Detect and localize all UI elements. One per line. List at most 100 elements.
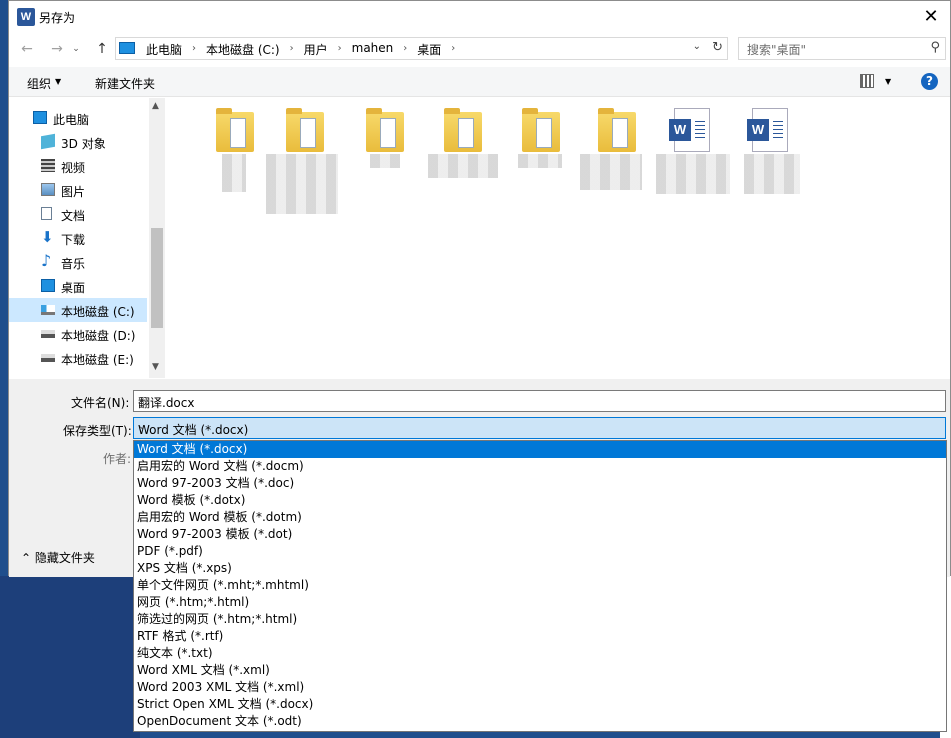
folder-item[interactable] [424,98,502,208]
breadcrumb-desktop[interactable]: 桌面 [411,41,447,58]
chevron-down-icon[interactable]: ⌄ [138,394,941,405]
sidebar-item-drive-c[interactable]: 本地磁盘 (C:) [9,298,147,322]
sidebar-item-music[interactable]: ♪ 音乐 [9,250,147,274]
word-document-icon: W [747,108,788,152]
breadcrumb-drive-c[interactable]: 本地磁盘 (C:) [200,41,286,58]
sidebar-item-label: 视频 [61,161,86,175]
new-folder-button[interactable]: 新建文件夹 [95,75,155,92]
sidebar-item-desktop[interactable]: 桌面 [9,274,147,298]
filetype-option[interactable]: Word 文档 (*.docx) [134,441,946,458]
scroll-down-icon[interactable]: ▼ [152,362,159,372]
breadcrumb-this-pc[interactable]: 此电脑 [140,41,188,58]
filetype-option[interactable]: 网页 (*.htm;*.html) [134,594,946,611]
title-bar: W 另存为 ✕ [9,1,950,33]
folder-item[interactable] [578,98,656,208]
cube-icon [41,133,55,150]
filetype-option[interactable]: Word 97-2003 文档 (*.doc) [134,475,946,492]
filetype-option[interactable]: XPS 文档 (*.xps) [134,560,946,577]
organize-menu-button[interactable]: 组织 [27,75,51,92]
sidebar-item-label: 图片 [61,185,86,199]
close-button[interactable]: ✕ [916,3,946,31]
help-icon[interactable]: ? [921,73,938,90]
sidebar-item-label: 音乐 [61,257,86,271]
sidebar-item-label: 下载 [61,233,86,247]
filename-field[interactable]: 翻译.docx ⌄ [133,390,946,412]
sidebar-item-3d-objects[interactable]: 3D 对象 [9,130,147,154]
word-document-icon: W [669,108,710,152]
chevron-right-icon[interactable]: › [447,41,459,58]
view-options-icon[interactable] [860,74,874,88]
filetype-option[interactable]: Word XML 文档 (*.xml) [134,662,946,679]
filetype-option[interactable]: PDF (*.pdf) [134,543,946,560]
word-document-item[interactable]: W [732,98,810,208]
filetype-option[interactable]: 启用宏的 Word 文档 (*.docm) [134,458,946,475]
sidebar-item-downloads[interactable]: ⬇ 下载 [9,226,147,250]
sidebar-item-documents[interactable]: 文档 [9,202,147,226]
folder-item[interactable] [196,98,274,208]
hide-folders-button[interactable]: ⌃ 隐藏文件夹 [21,549,95,566]
word-logo: W [747,119,769,141]
forward-button[interactable]: → [47,39,67,59]
chevron-down-icon[interactable]: ⌄ [138,421,941,432]
folder-icon [216,108,254,152]
folder-icon [598,108,636,152]
filetype-option[interactable]: 启用宏的 Word 模板 (*.dotm) [134,509,946,526]
folder-item[interactable] [266,98,344,214]
sidebar-item-label: 文档 [61,209,86,223]
address-bar[interactable]: 此电脑 › 本地磁盘 (C:) › 用户 › mahen › 桌面 › ⌄ ↻ [115,37,728,60]
folder-item[interactable] [502,98,580,208]
sidebar-item-drive-d[interactable]: 本地磁盘 (D:) [9,322,147,346]
filetype-option[interactable]: Strict Open XML 文档 (*.docx) [134,696,946,713]
filetype-option[interactable]: OpenDocument 文本 (*.odt) [134,713,946,730]
filetype-option[interactable]: Word 2003 XML 文档 (*.xml) [134,679,946,696]
desktop-icon [41,279,55,292]
word-document-item[interactable]: W [654,98,732,208]
music-icon: ♪ [41,251,52,270]
scroll-up-icon[interactable]: ▲ [152,101,159,111]
up-button[interactable]: ↑ [92,39,112,59]
back-button[interactable]: ← [17,39,37,59]
chevron-right-icon[interactable]: › [334,41,346,58]
chevron-down-icon[interactable]: ⌄ [693,41,701,52]
folder-icon [366,108,404,152]
blurred-name [656,154,730,194]
sidebar-item-label: 3D 对象 [61,137,106,151]
drive-c-icon [41,305,55,315]
blurred-name [580,154,642,190]
filetype-option[interactable]: 单个文件网页 (*.mht;*.mhtml) [134,577,946,594]
sidebar-item-pictures[interactable]: 图片 [9,178,147,202]
search-icon: ⚲ [930,40,940,55]
breadcrumb-users[interactable]: 用户 [298,41,334,58]
video-icon [41,159,55,172]
refresh-icon[interactable]: ↻ [712,40,723,55]
sidebar-item-drive-e[interactable]: 本地磁盘 (E:) [9,346,147,370]
filetype-option[interactable]: 纯文本 (*.txt) [134,645,946,662]
dropdown-arrow-icon[interactable]: ▼ [885,77,891,86]
folder-item[interactable] [346,98,424,208]
chevron-right-icon[interactable]: › [286,41,298,58]
dropdown-arrow-icon[interactable]: ▼ [55,77,61,86]
filetype-option[interactable]: RTF 格式 (*.rtf) [134,628,946,645]
filetype-select[interactable]: Word 文档 (*.docx) ⌄ [133,417,946,439]
filetype-option[interactable]: Word 模板 (*.dotx) [134,492,946,509]
filetype-dropdown-list: Word 文档 (*.docx) 启用宏的 Word 文档 (*.docm) W… [133,440,947,732]
blurred-name [518,154,562,168]
chevron-right-icon[interactable]: › [188,41,200,58]
navigation-scrollbar[interactable]: ▲ ▼ [149,98,165,378]
sidebar-item-videos[interactable]: 视频 [9,154,147,178]
search-input[interactable]: 搜索"桌面" ⚲ [738,37,946,60]
folder-icon [522,108,560,152]
search-placeholder: 搜索"桌面" [747,43,807,57]
recent-locations-dropdown[interactable]: ⌄ [69,39,83,59]
chevron-right-icon[interactable]: › [399,41,411,58]
blurred-name [222,154,246,192]
sidebar-item-this-pc[interactable]: 此电脑 [9,106,147,130]
word-logo: W [669,119,691,141]
document-icon [41,207,52,220]
scrollbar-thumb[interactable] [151,228,163,328]
sidebar-item-label: 本地磁盘 (E:) [61,353,134,367]
breadcrumb-mahen[interactable]: mahen [346,41,400,58]
filetype-option[interactable]: 筛选过的网页 (*.htm;*.html) [134,611,946,628]
breadcrumb: 此电脑 › 本地磁盘 (C:) › 用户 › mahen › 桌面 › [140,41,459,58]
filetype-option[interactable]: Word 97-2003 模板 (*.dot) [134,526,946,543]
